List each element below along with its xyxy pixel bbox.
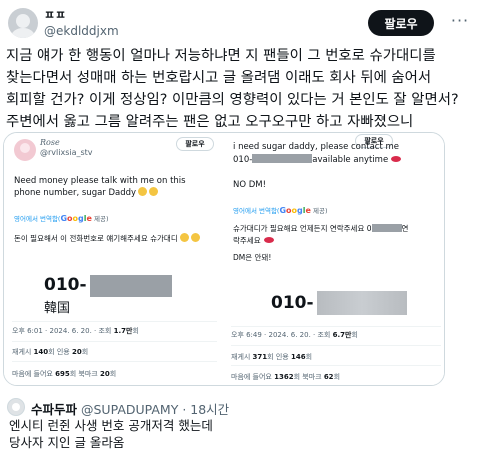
- media-image-right[interactable]: 팔로우 i need sugar daddy, please contact m…: [225, 133, 444, 385]
- redacted-inline-number: [252, 154, 313, 163]
- quote-author-handle[interactable]: @SUPADUPAMY: [81, 402, 178, 417]
- divider: [231, 365, 441, 366]
- embedded-engagement-1: 재게시 371회 인용 146회: [231, 353, 313, 361]
- translated-text: 연: [401, 224, 409, 233]
- tweet-media[interactable]: Rose @rvlixsia_stv 팔로우 Need money please…: [3, 132, 445, 386]
- embedded-text-line-1: i need sugar daddy, please contact me: [233, 142, 400, 152]
- embedded-tweet-left: Rose @rvlixsia_stv 팔로우 Need money please…: [4, 133, 221, 385]
- redacted-phone-number: [317, 291, 407, 315]
- phone-number-prefix: 010-: [271, 293, 314, 313]
- translate-link: 영어에서 번역함(Google 제공): [14, 213, 109, 223]
- author-avatar[interactable]: [8, 8, 38, 38]
- author-handle[interactable]: @ekdlddjxm: [44, 23, 119, 39]
- quote-author-name[interactable]: 수파두파: [31, 402, 77, 417]
- embedded-engagement-2: 마음에 들어요 1362회 북마크 62회: [231, 373, 341, 381]
- sad-face-emoji-icon: [190, 233, 200, 242]
- google-logo: Google: [279, 206, 311, 215]
- follow-button[interactable]: 팔로우: [368, 10, 434, 36]
- translated-text: 락주세요: [233, 236, 261, 245]
- author-names: ㅍㅍ @ekdlddjxm: [44, 8, 119, 39]
- line2-suffix: available anytime: [312, 155, 389, 165]
- divider: [231, 326, 441, 327]
- more-options-icon[interactable]: ···: [450, 13, 470, 32]
- embedded-display-name: Rose: [40, 138, 60, 147]
- embedded-tweet-right: 팔로우 i need sugar daddy, please contact m…: [225, 133, 444, 385]
- quote-separator: ·: [178, 402, 191, 417]
- quote-header: 수파두파 @SUPADUPAMY · 18시간: [31, 399, 229, 418]
- translate-prefix: 영어에서 번역함(: [233, 207, 280, 215]
- sad-face-emoji-icon: [179, 233, 189, 242]
- embedded-translation: 돈이 필요해서 이 전화번호로 얘기해주세요 슈가대디: [14, 233, 219, 244]
- phone-country-label: 韓国: [44, 301, 71, 316]
- embedded-timestamp: 오후 6:01 · 2024. 6. 20. · 조회 1.7만회: [12, 327, 139, 335]
- redacted-phone-number: [90, 275, 172, 297]
- embedded-text: Need money please talk with me on this p…: [14, 175, 214, 199]
- embedded-text-line-3: NO DM!: [233, 180, 267, 190]
- quoted-tweet[interactable]: 수파두파 @SUPADUPAMY · 18시간 엔시티 런쥔 사생 번호 공개저…: [5, 396, 445, 453]
- embedded-translation-line-3: DM은 안돼!: [233, 253, 272, 262]
- divider: [12, 361, 217, 362]
- embedded-text-line-2: 010- available anytime: [233, 154, 441, 166]
- google-logo: Google: [60, 214, 92, 223]
- translate-link: 영어에서 번역함(Google 제공): [233, 205, 328, 215]
- sad-face-emoji-icon: [149, 187, 159, 196]
- embedded-translation-line-2: 락주세요: [233, 235, 274, 246]
- phone-number-prefix: 010-: [44, 275, 87, 295]
- redacted-inline-number: [371, 224, 402, 232]
- tweet-header: ㅍㅍ @ekdlddjxm 팔로우 ···: [6, 4, 474, 40]
- translated-text: 돈이 필요해서 이 전화번호로 얘기해주세요 슈가대디: [14, 234, 178, 243]
- translate-suffix: 제공): [310, 207, 328, 215]
- tweet-text: 지금 얘가 한 행동이 얼마나 저능하냐면 지 팬들이 그 번호로 슈가대디를 …: [6, 48, 464, 130]
- divider: [12, 341, 217, 342]
- embedded-text-content: Need money please talk with me on this p…: [14, 176, 186, 198]
- embedded-avatar: [14, 139, 36, 161]
- lips-emoji-icon: [263, 237, 274, 243]
- media-image-left[interactable]: Rose @rvlixsia_stv 팔로우 Need money please…: [4, 133, 223, 385]
- sad-face-emoji-icon: [138, 187, 148, 196]
- quote-author-avatar[interactable]: [7, 398, 25, 416]
- translated-text: 슈가대디가 필요해요 언제든지 연락주세요 0: [233, 224, 372, 233]
- quote-text: 엔시티 런쥔 사생 번호 공개저격 했는데 당사자 지인 글 올라옴: [9, 418, 213, 450]
- embedded-engagement-1: 재게시 140회 인용 20회: [12, 348, 89, 356]
- translate-suffix: 제공): [91, 215, 109, 223]
- embedded-timestamp: 오후 6:49 · 2024. 6. 20. · 조회 6.7만회: [231, 331, 358, 339]
- line2-prefix: 010-: [233, 155, 253, 165]
- embedded-translation-line-1: 슈가대디가 필요해요 언제든지 연락주세요 0 연: [233, 223, 443, 234]
- author-display-name[interactable]: ㅍㅍ: [44, 8, 119, 23]
- divider: [12, 321, 217, 322]
- embedded-engagement-2: 마음에 들어요 695회 북마크 20회: [12, 370, 117, 378]
- quote-timestamp[interactable]: 18시간: [190, 402, 229, 417]
- embedded-follow-button: 팔로우: [176, 137, 214, 151]
- divider: [231, 345, 441, 346]
- translate-prefix: 영어에서 번역함(: [14, 215, 61, 223]
- embedded-handle: @rvlixsia_stv: [40, 148, 93, 157]
- lips-emoji-icon: [391, 156, 402, 162]
